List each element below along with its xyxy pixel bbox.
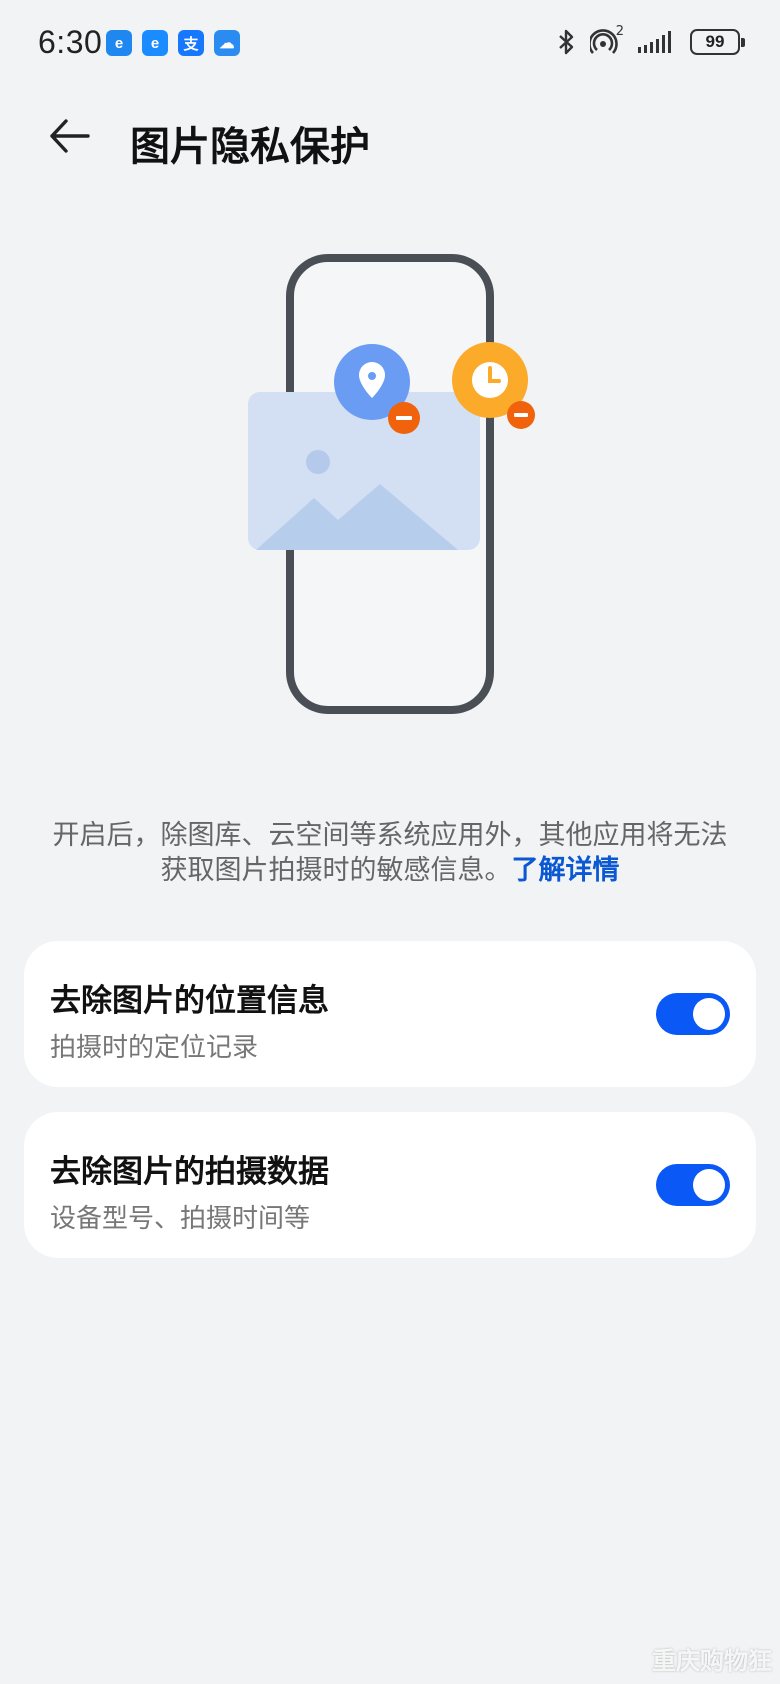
arrow-left-icon: [50, 119, 90, 153]
remove-location-toggle[interactable]: [656, 993, 730, 1035]
privacy-illustration: [240, 250, 540, 720]
status-time: 6:30: [38, 24, 103, 60]
status-bar: 6:30 e e 支 ☁ 2 99: [0, 0, 780, 90]
setting-title: 去除图片的拍摄数据: [50, 1154, 329, 1190]
learn-more-link[interactable]: 了解详情: [512, 855, 620, 886]
watermark: 重庆购物狂: [652, 1647, 772, 1675]
signal-icon: [638, 31, 671, 53]
description-text: 开启后，除图库、云空间等系统应用外，其他应用将无法获取图片拍摄时的敏感信息。: [52, 820, 728, 886]
remove-capture-data-toggle[interactable]: [656, 1164, 730, 1206]
hotspot-count: 2: [615, 24, 624, 39]
setting-card-capture-data: 去除图片的拍摄数据 设备型号、拍摄时间等: [24, 1112, 756, 1258]
setting-subtitle: 设备型号、拍摄时间等: [50, 1204, 311, 1234]
page-title: 图片隐私保护: [130, 124, 370, 170]
browser-app-icon: e: [106, 30, 132, 56]
setting-card-location: 去除图片的位置信息 拍摄时的定位记录: [24, 941, 756, 1087]
weather-app-icon: ☁: [214, 30, 240, 56]
picture-sun: [306, 450, 330, 474]
eleme-app-icon: e: [142, 30, 168, 56]
status-right: 2 99: [556, 24, 745, 56]
toggle-knob: [693, 998, 725, 1030]
alipay-app-icon: 支: [178, 30, 204, 56]
toggle-knob: [693, 1169, 725, 1201]
battery-indicator: 99: [690, 29, 745, 55]
setting-subtitle: 拍摄时的定位记录: [50, 1033, 259, 1063]
setting-title: 去除图片的位置信息: [50, 983, 329, 1019]
bluetooth-icon: [559, 29, 574, 55]
page-header: 图片隐私保护: [0, 96, 780, 176]
notification-icons: e e 支 ☁: [106, 30, 240, 56]
hotspot-icon: 2: [588, 24, 624, 56]
feature-description: 开启后，除图库、云空间等系统应用外，其他应用将无法获取图片拍摄时的敏感信息。了解…: [40, 818, 740, 888]
back-button[interactable]: [44, 110, 96, 162]
